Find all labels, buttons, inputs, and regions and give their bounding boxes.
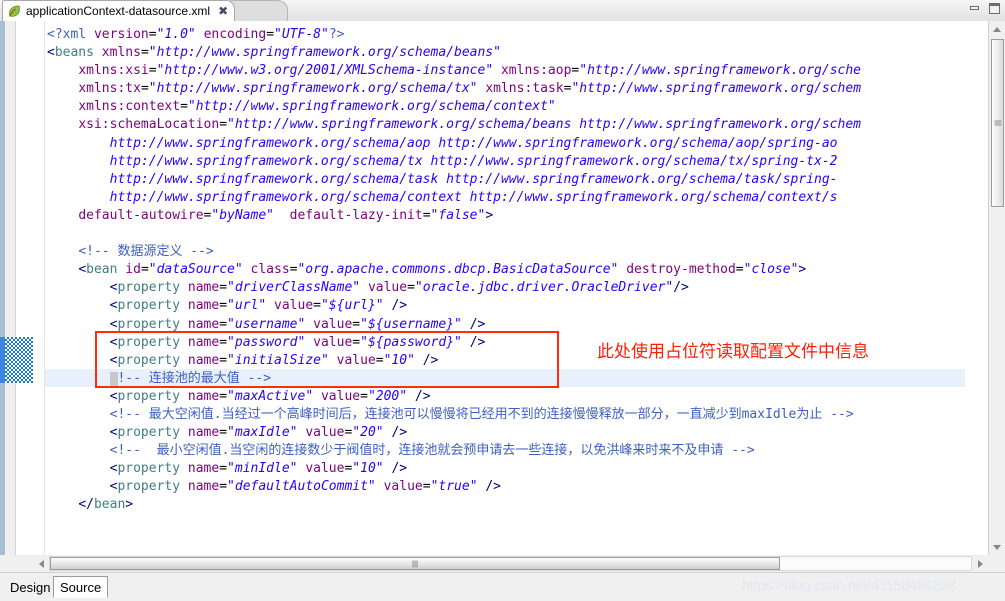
left-strip-thumb[interactable]: [0, 337, 5, 383]
scroll-down-icon[interactable]: [989, 539, 1005, 555]
code-text-area[interactable]: <?xml version="1.0" encoding="UTF-8"?> <…: [45, 21, 965, 555]
editor-tab-applicationcontext-datasource-xml[interactable]: applicationContext-datasource.xml ✖: [2, 0, 236, 21]
editor-tab-bar: applicationContext-datasource.xml ✖: [0, 0, 1005, 22]
close-icon[interactable]: ✖: [218, 5, 228, 17]
watermark-text: https://blog.csdn.net/a1150499208: [742, 577, 956, 593]
vertical-scrollbar[interactable]: [988, 21, 1005, 555]
text-caret: [110, 372, 118, 388]
tab-design[interactable]: Design: [4, 576, 56, 598]
folding-gutter[interactable]: [33, 21, 45, 555]
leaf-icon: [7, 4, 21, 18]
scroll-left-icon[interactable]: [33, 555, 49, 572]
eclipse-xml-editor-window: applicationContext-datasource.xml ✖ <?xm…: [0, 0, 1005, 601]
window-controls: [968, 3, 1001, 14]
xml-source-code[interactable]: <?xml version="1.0" encoding="UTF-8"?> <…: [47, 26, 861, 515]
tab-bar-tail: [230, 0, 288, 21]
overview-marker-thumb[interactable]: [5, 337, 33, 383]
horizontal-scroll-track[interactable]: [49, 556, 972, 571]
editor-tab-title: applicationContext-datasource.xml: [26, 4, 211, 18]
horizontal-scroll-thumb[interactable]: [50, 557, 780, 570]
source-editor[interactable]: <?xml version="1.0" encoding="UTF-8"?> <…: [0, 21, 1005, 555]
scroll-up-icon[interactable]: [989, 21, 1005, 37]
editor-left-strip: [0, 21, 5, 555]
vertical-scroll-thumb[interactable]: [991, 39, 1004, 207]
minimize-icon[interactable]: [968, 3, 981, 14]
tab-source[interactable]: Source: [53, 576, 109, 598]
annotation-text: 此处使用占位符读取配置文件中信息: [597, 342, 869, 362]
scroll-right-icon[interactable]: [972, 555, 988, 572]
maximize-icon[interactable]: [988, 3, 1001, 14]
horizontal-scrollbar[interactable]: [33, 555, 988, 572]
